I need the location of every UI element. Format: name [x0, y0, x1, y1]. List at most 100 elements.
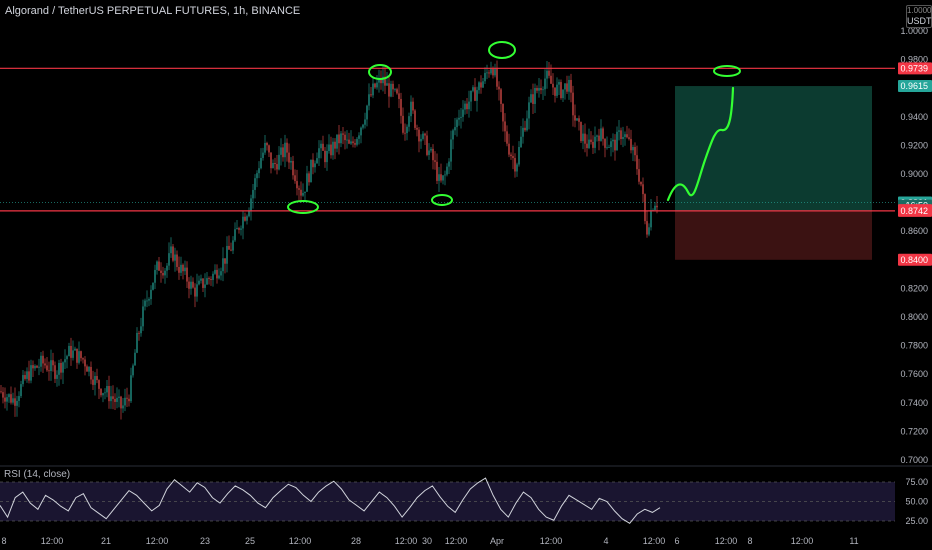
candle-body: [104, 392, 106, 394]
candle-body: [154, 269, 156, 283]
candle-body: [238, 228, 240, 230]
candle-body: [22, 375, 24, 385]
candle-body: [52, 360, 54, 366]
candle-body: [16, 400, 18, 406]
candle-body: [390, 83, 392, 97]
x-tick-label: 25: [245, 536, 255, 546]
candle-body: [474, 87, 476, 101]
candle-body: [422, 133, 424, 139]
candle-body: [330, 144, 332, 156]
candle-body: [88, 366, 90, 372]
candle-body: [456, 119, 458, 128]
candle-body: [594, 136, 596, 148]
candle-body: [34, 365, 36, 369]
price-chart[interactable]: 75.0050.0025.00 1.00000.98000.94000.9200…: [0, 0, 932, 550]
candle-body: [576, 118, 578, 121]
candle-body: [356, 138, 358, 145]
candle-body: [12, 398, 14, 403]
candle-body: [192, 281, 194, 288]
price-label: 0.8742: [900, 206, 928, 216]
candle-body: [316, 158, 318, 164]
candle-body: [126, 397, 128, 399]
candle-body: [4, 397, 6, 402]
candle-body: [288, 152, 290, 163]
y-tick-label: 0.7200: [900, 426, 928, 436]
candle-body: [294, 175, 296, 182]
candle-body: [78, 351, 80, 363]
candle-body: [260, 157, 262, 169]
candle-body: [622, 136, 624, 140]
candle-body: [156, 261, 158, 270]
candle-body: [476, 90, 478, 101]
candle-body: [278, 154, 280, 170]
candle-body: [420, 138, 422, 142]
candle-body: [334, 141, 336, 149]
candle-body: [348, 139, 350, 144]
candle-body: [394, 89, 396, 91]
candle-body: [646, 221, 648, 235]
candle-body: [608, 147, 610, 148]
candle-body: [206, 278, 208, 285]
candle-body: [600, 128, 602, 141]
candle-body: [484, 72, 486, 82]
candle-body: [430, 148, 432, 151]
candle-body: [328, 144, 330, 151]
candle-body: [248, 211, 250, 217]
candle-body: [468, 101, 470, 110]
candle-body: [470, 90, 472, 102]
candle-body: [388, 83, 390, 97]
candle-body: [290, 161, 292, 163]
candle-body: [232, 240, 234, 251]
candle-body: [218, 275, 220, 279]
candle-body: [266, 142, 268, 146]
candle-body: [526, 118, 528, 131]
candle-body: [48, 370, 50, 372]
candle-body: [650, 210, 652, 228]
profit-zone: [675, 86, 872, 211]
candle-body: [50, 360, 52, 371]
candle-body: [150, 289, 152, 300]
candle-body: [414, 110, 416, 128]
candle-body: [524, 127, 526, 131]
candle-body: [14, 398, 16, 406]
candle-body: [80, 351, 82, 359]
candle-body: [132, 365, 134, 376]
candle-body: [528, 102, 530, 119]
candle-body: [354, 143, 356, 145]
candle-body: [540, 88, 542, 91]
currency-selector[interactable]: 1.0000 USDT: [906, 5, 932, 28]
candle-body: [312, 159, 314, 168]
candle-body: [498, 86, 500, 90]
candle-body: [90, 366, 92, 380]
candle-body: [418, 129, 420, 142]
candle-body: [326, 150, 328, 163]
candle-body: [522, 127, 524, 137]
candle-body: [386, 83, 388, 86]
candle-body: [10, 394, 12, 403]
candle-body: [550, 75, 552, 84]
y-tick-label: 0.7800: [900, 341, 928, 351]
candle-body: [492, 68, 494, 76]
candle-body: [342, 133, 344, 135]
candle-body: [396, 89, 398, 94]
candle-body: [560, 82, 562, 99]
candle-body: [428, 150, 430, 155]
drawing-ellipse: [488, 41, 516, 59]
candle-body: [236, 228, 238, 230]
candle-body: [286, 142, 288, 153]
candle-body: [416, 127, 418, 130]
candle-body: [176, 254, 178, 267]
candle-body: [368, 94, 370, 106]
price-label: 0.9615: [900, 81, 928, 91]
x-tick-label: 21: [101, 536, 111, 546]
candle-body: [240, 228, 242, 230]
candle-body: [124, 397, 126, 406]
candle-body: [340, 133, 342, 144]
candle-body: [170, 246, 172, 254]
candle-body: [516, 164, 518, 172]
rsi-label: RSI (14, close): [4, 469, 71, 480]
candle-body: [58, 362, 60, 375]
candle-body: [500, 89, 502, 104]
candle-body: [94, 376, 96, 385]
candle-body: [2, 392, 4, 398]
